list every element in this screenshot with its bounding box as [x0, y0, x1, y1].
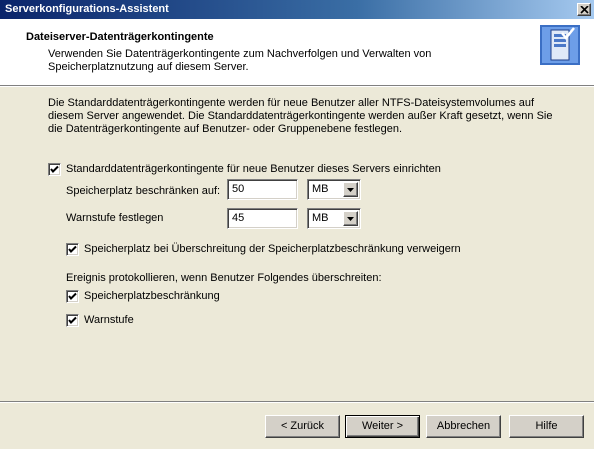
enable-quota-checkbox[interactable]: [48, 163, 61, 176]
deny-space-checkbox[interactable]: [66, 243, 79, 256]
wizard-header: Dateiserver-Datenträgerkontingente Verwe…: [0, 19, 594, 85]
warning-label: Warnstufe festlegen: [66, 212, 164, 224]
next-button[interactable]: Weiter >: [345, 415, 420, 438]
log-limit-label[interactable]: Speicherplatzbeschränkung: [84, 290, 220, 302]
help-button[interactable]: Hilfe: [509, 415, 584, 438]
limit-unit-value: MB: [312, 183, 329, 195]
window-title: Serverkonfigurations-Assistent: [5, 3, 169, 15]
header-separator: [0, 85, 594, 87]
wizard-window: Serverkonfigurations-Assistent Dateiserv…: [0, 0, 594, 449]
page-subtitle: Verwenden Sie Datenträgerkontingente zum…: [48, 48, 432, 73]
limit-unit-dropdown-button[interactable]: [343, 182, 358, 197]
warning-input[interactable]: 45: [227, 208, 298, 229]
log-warning-checkbox[interactable]: [66, 314, 79, 327]
cancel-button[interactable]: Abbrechen: [426, 415, 501, 438]
limit-label: Speicherplatz beschränken auf:: [66, 185, 221, 197]
title-bar[interactable]: Serverkonfigurations-Assistent: [0, 0, 594, 19]
warning-unit-value: MB: [312, 212, 329, 224]
limit-input[interactable]: 50: [227, 179, 298, 200]
chevron-down-icon: [347, 217, 354, 221]
warning-unit-dropdown-button[interactable]: [343, 211, 358, 226]
file-server-icon: [540, 25, 580, 65]
limit-unit-select[interactable]: MB: [307, 179, 361, 200]
deny-space-label[interactable]: Speicherplatz bei Überschreitung der Spe…: [84, 243, 461, 255]
checkmark-icon: [50, 165, 59, 173]
enable-quota-label[interactable]: Standarddatenträgerkontingente für neue …: [66, 163, 441, 175]
log-warning-label[interactable]: Warnstufe: [84, 314, 134, 326]
checkmark-icon: [68, 316, 77, 324]
warning-unit-select[interactable]: MB: [307, 208, 361, 229]
intro-text: Die Standarddatenträgerkontingente werde…: [48, 97, 553, 135]
chevron-down-icon: [347, 188, 354, 192]
close-button[interactable]: [577, 3, 591, 16]
back-button[interactable]: < Zurück: [265, 415, 340, 438]
log-heading: Ereignis protokollieren, wenn Benutzer F…: [66, 272, 382, 284]
close-icon: [580, 6, 589, 14]
checkmark-icon: [68, 245, 77, 253]
log-limit-checkbox[interactable]: [66, 290, 79, 303]
footer-separator: [0, 401, 594, 403]
page-title: Dateiserver-Datenträgerkontingente: [26, 31, 214, 43]
checkmark-icon: [68, 292, 77, 300]
